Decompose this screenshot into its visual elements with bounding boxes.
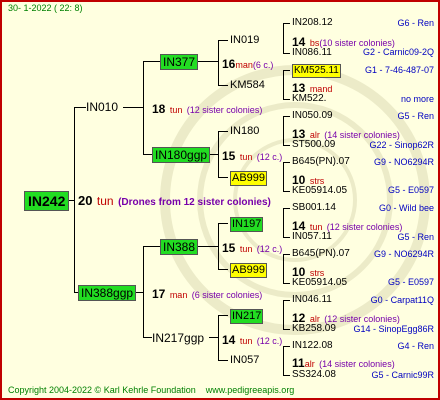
gen3-note: (12 c.) — [256, 336, 283, 346]
gen5-right-info: G6 - Ren — [397, 18, 434, 28]
gen4-code[interactable]: AB999 — [230, 171, 268, 186]
gen3-year: 15 — [222, 241, 236, 255]
footer-site-link[interactable]: www.pedigreeapis.org — [206, 385, 295, 395]
dam-relation: man — [169, 290, 188, 300]
gen5-code[interactable]: KE05914.05 — [292, 278, 347, 288]
dam-info: 17 man (6 sister colonies) — [152, 286, 262, 302]
sire-info: 18 tun (12 sister colonies) — [152, 101, 262, 117]
gen5-right-info: G5 - E0597 — [387, 185, 434, 195]
sire-code[interactable]: IN010 — [86, 101, 118, 113]
gen5-code[interactable]: B645(PN).07 — [292, 157, 350, 167]
gen3-code[interactable]: IN388 — [160, 239, 199, 255]
gen4-code[interactable]: IN019 — [230, 35, 259, 46]
gen5-code[interactable]: SS324.08 — [292, 370, 336, 380]
footer-copyright: Copyright 2004-2022 © Karl Kehrle Founda… — [8, 385, 196, 395]
gen5-right-info: G2 - Carnic09-2Q — [362, 47, 434, 57]
gen5-code[interactable]: ST500.09 — [292, 140, 335, 150]
gen4-code[interactable]: IN197 — [230, 217, 264, 232]
gen4-code[interactable]: IN217 — [230, 309, 264, 324]
sire-note: (12 sister colonies) — [186, 105, 263, 115]
gen5-code[interactable]: IN122.08 — [292, 341, 333, 351]
gen3-year: 14 — [222, 333, 236, 347]
gen3-year: 16 — [222, 57, 236, 71]
gen5-code[interactable]: KM522. — [292, 94, 326, 104]
gen3-info: 15 tun (12 c.) — [222, 148, 282, 164]
gen3-info: 16man(6 c.) — [222, 56, 273, 72]
root-info: 20 tun (Drones from 12 sister colonies) — [78, 193, 271, 209]
gen5-code[interactable]: IN057.11 — [292, 232, 332, 242]
gen3-relation: tun — [239, 336, 253, 346]
gen5-code[interactable]: IN046.11 — [292, 295, 332, 305]
sire-relation: tun — [169, 105, 183, 115]
gen3-relation: man — [235, 60, 253, 70]
sire-year: 18 — [152, 102, 166, 116]
gen5-code[interactable]: KE05914.05 — [292, 186, 347, 196]
gen5-right-info: G9 - NO6294R — [373, 157, 434, 167]
gen4-note: (12 sister colonies) — [326, 222, 403, 232]
gen4-code[interactable]: AB999 — [230, 263, 268, 278]
gen3-note: (12 c.) — [256, 152, 283, 162]
gen5-code[interactable]: IN050.09 — [292, 111, 333, 121]
gen5-code[interactable]: KM525.11 — [292, 64, 341, 78]
gen3-year: 15 — [222, 149, 236, 163]
gen3-relation: tun — [239, 244, 253, 254]
gen5-code[interactable]: KB258.09 — [292, 324, 336, 334]
gen5-right-info: G0 - Carpat11Q — [370, 295, 434, 305]
header-date: 30- 1-2022 ( 22: 8) — [8, 3, 83, 13]
gen3-info: 15 tun (12 c.) — [222, 240, 282, 256]
gen5-code[interactable]: SB001.14 — [292, 203, 336, 213]
gen3-code[interactable]: IN217ggp — [152, 332, 204, 344]
gen5-right-info: G5 - Ren — [397, 232, 434, 242]
gen5-right-info: G22 - Sinop62R — [369, 140, 434, 150]
gen3-code[interactable]: IN377 — [160, 54, 199, 70]
gen5-right-info: G4 - Ren — [397, 341, 434, 351]
gen4-code[interactable]: IN057 — [230, 355, 259, 366]
gen5-right-info: no more — [400, 94, 434, 104]
gen3-info: 14 tun (12 c.) — [222, 332, 282, 348]
footer: Copyright 2004-2022 © Karl Kehrle Founda… — [8, 386, 294, 395]
gen5-right-info: G5 - Carnic99R — [371, 370, 434, 380]
gen4-code[interactable]: IN180 — [230, 126, 259, 137]
gen5-right-info: G5 - Ren — [397, 111, 434, 121]
gen5-code[interactable]: IN208.12 — [292, 18, 333, 28]
gen3-note: (6 c.) — [252, 60, 274, 70]
dam-code[interactable]: IN388ggp — [78, 285, 137, 301]
gen5-right-info: G0 - Wild bee — [378, 203, 434, 213]
gen3-code[interactable]: IN180ggp — [152, 147, 211, 163]
root-queen-code[interactable]: IN242 — [24, 191, 70, 211]
gen5-right-info: G9 - NO6294R — [373, 249, 434, 259]
gen4-relation: alr — [304, 359, 315, 369]
root-year: 20 — [78, 193, 93, 208]
root-note: (Drones from 12 sister colonies) — [118, 197, 271, 208]
root-relation: tun — [96, 194, 114, 208]
gen5-right-info: G1 - 7-46-487-07 — [364, 65, 434, 75]
gen5-right-info: G5 - E0597 — [387, 277, 434, 287]
gen5-right-info: G14 - SinopEgg86R — [353, 324, 434, 334]
gen4-note: (14 sister colonies) — [324, 130, 400, 140]
gen4-note: (14 sister colonies) — [319, 359, 395, 369]
dam-note: (6 sister colonies) — [191, 290, 263, 300]
gen5-code[interactable]: IN086.11 — [292, 48, 332, 58]
dam-year: 17 — [152, 287, 166, 301]
gen3-relation: tun — [239, 152, 253, 162]
gen4-year: 11 — [292, 356, 305, 370]
gen3-note: (12 c.) — [256, 244, 283, 254]
gen4-code[interactable]: KM584 — [230, 80, 265, 91]
gen5-code[interactable]: B645(PN).07 — [292, 249, 350, 259]
